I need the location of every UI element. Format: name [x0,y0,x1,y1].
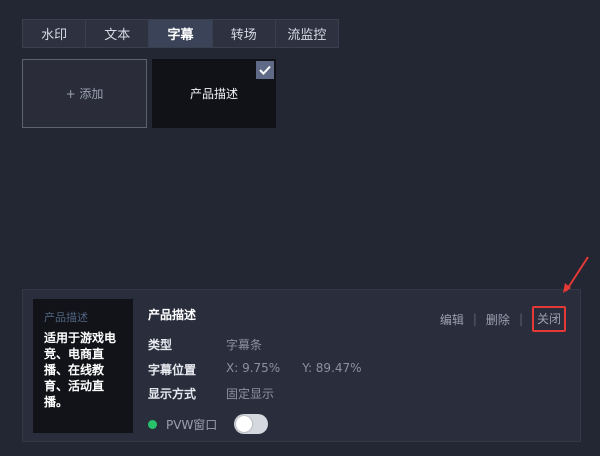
position-row: 字幕位置 X: 9.75% Y: 89.47% [148,361,362,378]
check-icon [256,61,274,79]
display-row: 显示方式 固定显示 [148,385,274,402]
action-separator: | [472,312,477,326]
type-value: 字幕条 [226,338,263,352]
toggle-knob [236,416,253,432]
tab-bar: 水印 文本 字幕 转场 流监控 [22,19,339,48]
detail-title: 产品描述 [148,308,197,322]
status-dot-icon [148,419,157,429]
add-label: + 添加 [65,87,104,101]
display-value: 固定显示 [226,387,275,401]
type-label: 类型 [148,338,173,352]
close-button[interactable]: 关闭 [531,306,566,332]
delete-button[interactable]: 删除 [486,311,510,328]
tab-stream-monitor[interactable]: 流监控 [276,20,338,47]
red-arrow-icon [563,256,589,293]
subtitle-tile[interactable]: 产品描述 [152,59,276,128]
tab-transition[interactable]: 转场 [213,20,276,47]
action-separator: | [518,312,523,326]
tab-watermark[interactable]: 水印 [23,20,87,47]
position-label: 字幕位置 [148,363,197,377]
tab-subtitle[interactable]: 字幕 [149,20,213,47]
pvw-label: PVW窗口 [166,417,218,432]
position-y: Y: 89.47% [302,361,362,375]
display-label: 显示方式 [148,387,197,401]
pvw-row: PVW窗口 [148,414,269,434]
detail-actions: 编辑 | 删除 | 关闭 [440,306,566,332]
preview-title: 产品描述 [44,311,88,324]
pvw-toggle[interactable] [234,414,269,434]
edit-button[interactable]: 编辑 [440,311,464,328]
subtitle-tile-label: 产品描述 [189,87,238,101]
position-x: X: 9.75% [226,361,281,375]
add-subtitle-button[interactable]: + 添加 [22,59,147,128]
type-row: 类型 字幕条 [148,336,262,353]
tab-text[interactable]: 文本 [86,20,150,47]
subtitle-detail-panel: 产品描述 适用于游戏电竞、电商直播、在线教育、活动直播。 产品描述 编辑 | 删… [22,289,581,442]
preview-text: 适用于游戏电竞、电商直播、在线教育、活动直播。 [44,331,117,409]
subtitle-preview: 产品描述 适用于游戏电竞、电商直播、在线教育、活动直播。 [33,299,133,433]
